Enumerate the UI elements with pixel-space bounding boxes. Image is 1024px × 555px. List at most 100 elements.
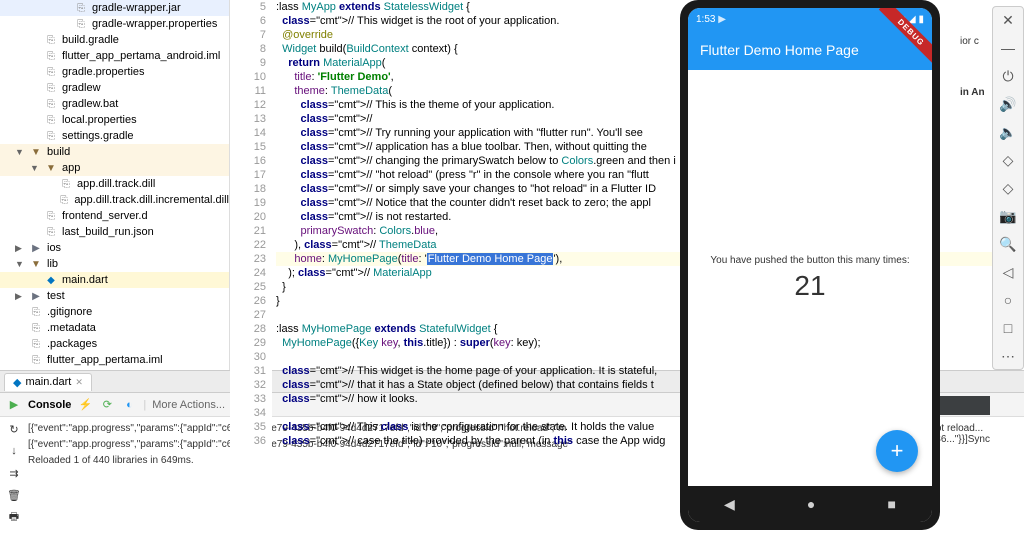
file-icon: ⎘	[59, 177, 73, 191]
file-icon: ⎘	[44, 129, 58, 143]
camera-icon[interactable]: 📷	[999, 207, 1017, 225]
close-icon[interactable]: ✕	[999, 11, 1017, 29]
tree-label: frontend_server.d	[62, 210, 148, 222]
nav-back-icon[interactable]: ◀	[724, 496, 735, 513]
file-icon: ⎘	[29, 337, 43, 351]
project-tree[interactable]: ⎘gradle-wrapper.jar⎘gradle-wrapper.prope…	[0, 0, 230, 370]
tree-item[interactable]: ⎘ app.dill.track.dill.incremental.dill	[0, 192, 229, 208]
devtools-icon[interactable]: ◐	[121, 397, 137, 413]
file-icon: ⎘	[44, 209, 58, 223]
tree-item[interactable]: ▼▼build	[0, 144, 229, 160]
emulator-appbar: Flutter Demo Home Page	[688, 30, 932, 70]
fab-increment[interactable]: +	[876, 430, 918, 472]
android-emulator: 1:53 ▶ ▾ ◢ ▮ DEBUG Flutter Demo Home Pag…	[680, 0, 940, 530]
tree-item[interactable]: ⎘ last_build_run.json	[0, 224, 229, 240]
tree-item[interactable]: ⎘ settings.gradle	[0, 128, 229, 144]
nav-home-icon[interactable]: ●	[807, 496, 815, 512]
tree-label: .metadata	[47, 322, 96, 334]
tree-label: flutter_app_pertama.iml	[47, 354, 163, 366]
file-icon: ⎘	[44, 49, 58, 63]
tree-label: lib	[47, 258, 58, 270]
hot-restart-icon[interactable]: ⟳	[99, 397, 115, 413]
back-icon[interactable]: ◁	[999, 263, 1017, 281]
file-icon: ⎘	[44, 113, 58, 127]
file-icon: ⎘	[44, 97, 58, 111]
tree-item[interactable]: ⎘ app.dill.track.dill	[0, 176, 229, 192]
file-icon: ⎘	[44, 65, 58, 79]
tree-item[interactable]: ⎘ gradlew	[0, 80, 229, 96]
tree-item[interactable]: ▼▼app	[0, 160, 229, 176]
tree-label: settings.gradle	[62, 130, 134, 142]
trash-icon[interactable]: 🗑	[6, 487, 22, 503]
filter-icon[interactable]: ⇉	[6, 465, 22, 481]
tree-label: app.dill.track.dill	[77, 178, 155, 190]
tree-item[interactable]: ⎘gradle-wrapper.properties	[0, 16, 229, 32]
tree-item[interactable]: ⎘local.properties	[0, 112, 229, 128]
counter-value: 21	[794, 270, 825, 302]
tree-label: build.gradle	[62, 34, 119, 46]
more-actions-link[interactable]: More Actions...	[152, 399, 225, 411]
zoom-icon[interactable]: 🔍	[999, 235, 1017, 253]
file-icon: ⎘	[29, 305, 43, 319]
rerun-icon[interactable]: ↻	[6, 421, 22, 437]
print-icon[interactable]: 🖶	[6, 509, 22, 525]
folder-icon: ▶	[29, 241, 43, 255]
file-icon: ⎘	[29, 353, 43, 367]
hot-reload-icon[interactable]: ⚡	[77, 397, 93, 413]
tree-item[interactable]: ⎘ build.gradle	[0, 32, 229, 48]
stop-icon[interactable]: ↓	[6, 443, 22, 459]
file-icon: ⎘	[44, 33, 58, 47]
dart-icon: ◆	[44, 273, 58, 287]
tree-item[interactable]: ▼▼lib	[0, 256, 229, 272]
volume-up-icon[interactable]: 🔊	[999, 95, 1017, 113]
file-icon: ⎘	[58, 193, 70, 207]
more-icon[interactable]: ⋯	[999, 347, 1017, 365]
folder-open-icon: ▼	[29, 145, 43, 159]
nav-recent-icon[interactable]: ■	[887, 496, 895, 512]
emulator-toolbar: ✕ — ⏻ 🔊 🔈 ◇ ◇ 📷 🔍 ◁ ○ □ ⋯	[992, 6, 1024, 370]
power-icon[interactable]: ⏻	[999, 67, 1017, 85]
tree-label: ios	[47, 242, 61, 254]
file-icon: ⎘	[74, 1, 88, 15]
emulator-navbar: ◀ ● ■	[688, 486, 932, 522]
overview-icon[interactable]: □	[999, 319, 1017, 337]
tree-item[interactable]: ⎘gradle.properties	[0, 64, 229, 80]
tree-item[interactable]: ⎘.packages	[0, 336, 229, 352]
tree-item[interactable]: ⎘ .gitignore	[0, 304, 229, 320]
folder-open-icon: ▼	[44, 161, 58, 175]
tree-item[interactable]: ⎘ frontend_server.d	[0, 208, 229, 224]
tree-item[interactable]: ⎘ flutter_app_pertama.iml	[0, 352, 229, 368]
file-icon: ⎘	[29, 321, 43, 335]
tree-item[interactable]: ⎘ flutter_app_pertama_android.iml	[0, 48, 229, 64]
console-label: Console	[28, 399, 71, 411]
tree-label: flutter_app_pertama_android.iml	[62, 50, 220, 62]
tree-label: gradlew.bat	[62, 98, 118, 110]
file-icon: ⎘	[74, 17, 88, 31]
rotate-right-icon[interactable]: ◇	[999, 179, 1017, 197]
tree-item[interactable]: ⎘ .metadata	[0, 320, 229, 336]
close-icon[interactable]: ✕	[75, 377, 83, 388]
tree-label: main.dart	[62, 274, 108, 286]
minimize-icon[interactable]: —	[999, 39, 1017, 57]
tab-label: main.dart	[25, 376, 71, 388]
run-icon[interactable]: ▶	[6, 397, 22, 413]
volume-down-icon[interactable]: 🔈	[999, 123, 1017, 141]
tree-item[interactable]: ⎘ gradlew.bat	[0, 96, 229, 112]
rotate-left-icon[interactable]: ◇	[999, 151, 1017, 169]
tree-label: last_build_run.json	[62, 226, 154, 238]
folder-open-icon: ▼	[29, 257, 43, 271]
dart-icon: ◆	[13, 376, 21, 389]
tree-item[interactable]: ▶▶test	[0, 288, 229, 304]
tree-label: app	[62, 162, 80, 174]
tree-label: .gitignore	[47, 306, 92, 318]
tree-label: gradlew	[62, 82, 101, 94]
tree-item[interactable]: ⎘gradle-wrapper.jar	[0, 0, 229, 16]
home-icon[interactable]: ○	[999, 291, 1017, 309]
file-icon: ⎘	[44, 81, 58, 95]
tree-item[interactable]: ▶▶ios	[0, 240, 229, 256]
tree-label: app.dill.track.dill.incremental.dill	[74, 194, 229, 206]
tree-label: build	[47, 146, 70, 158]
file-icon: ⎘	[44, 225, 58, 239]
tab-main-dart[interactable]: ◆ main.dart ✕	[4, 373, 92, 391]
tree-item[interactable]: ◆ main.dart	[0, 272, 229, 288]
